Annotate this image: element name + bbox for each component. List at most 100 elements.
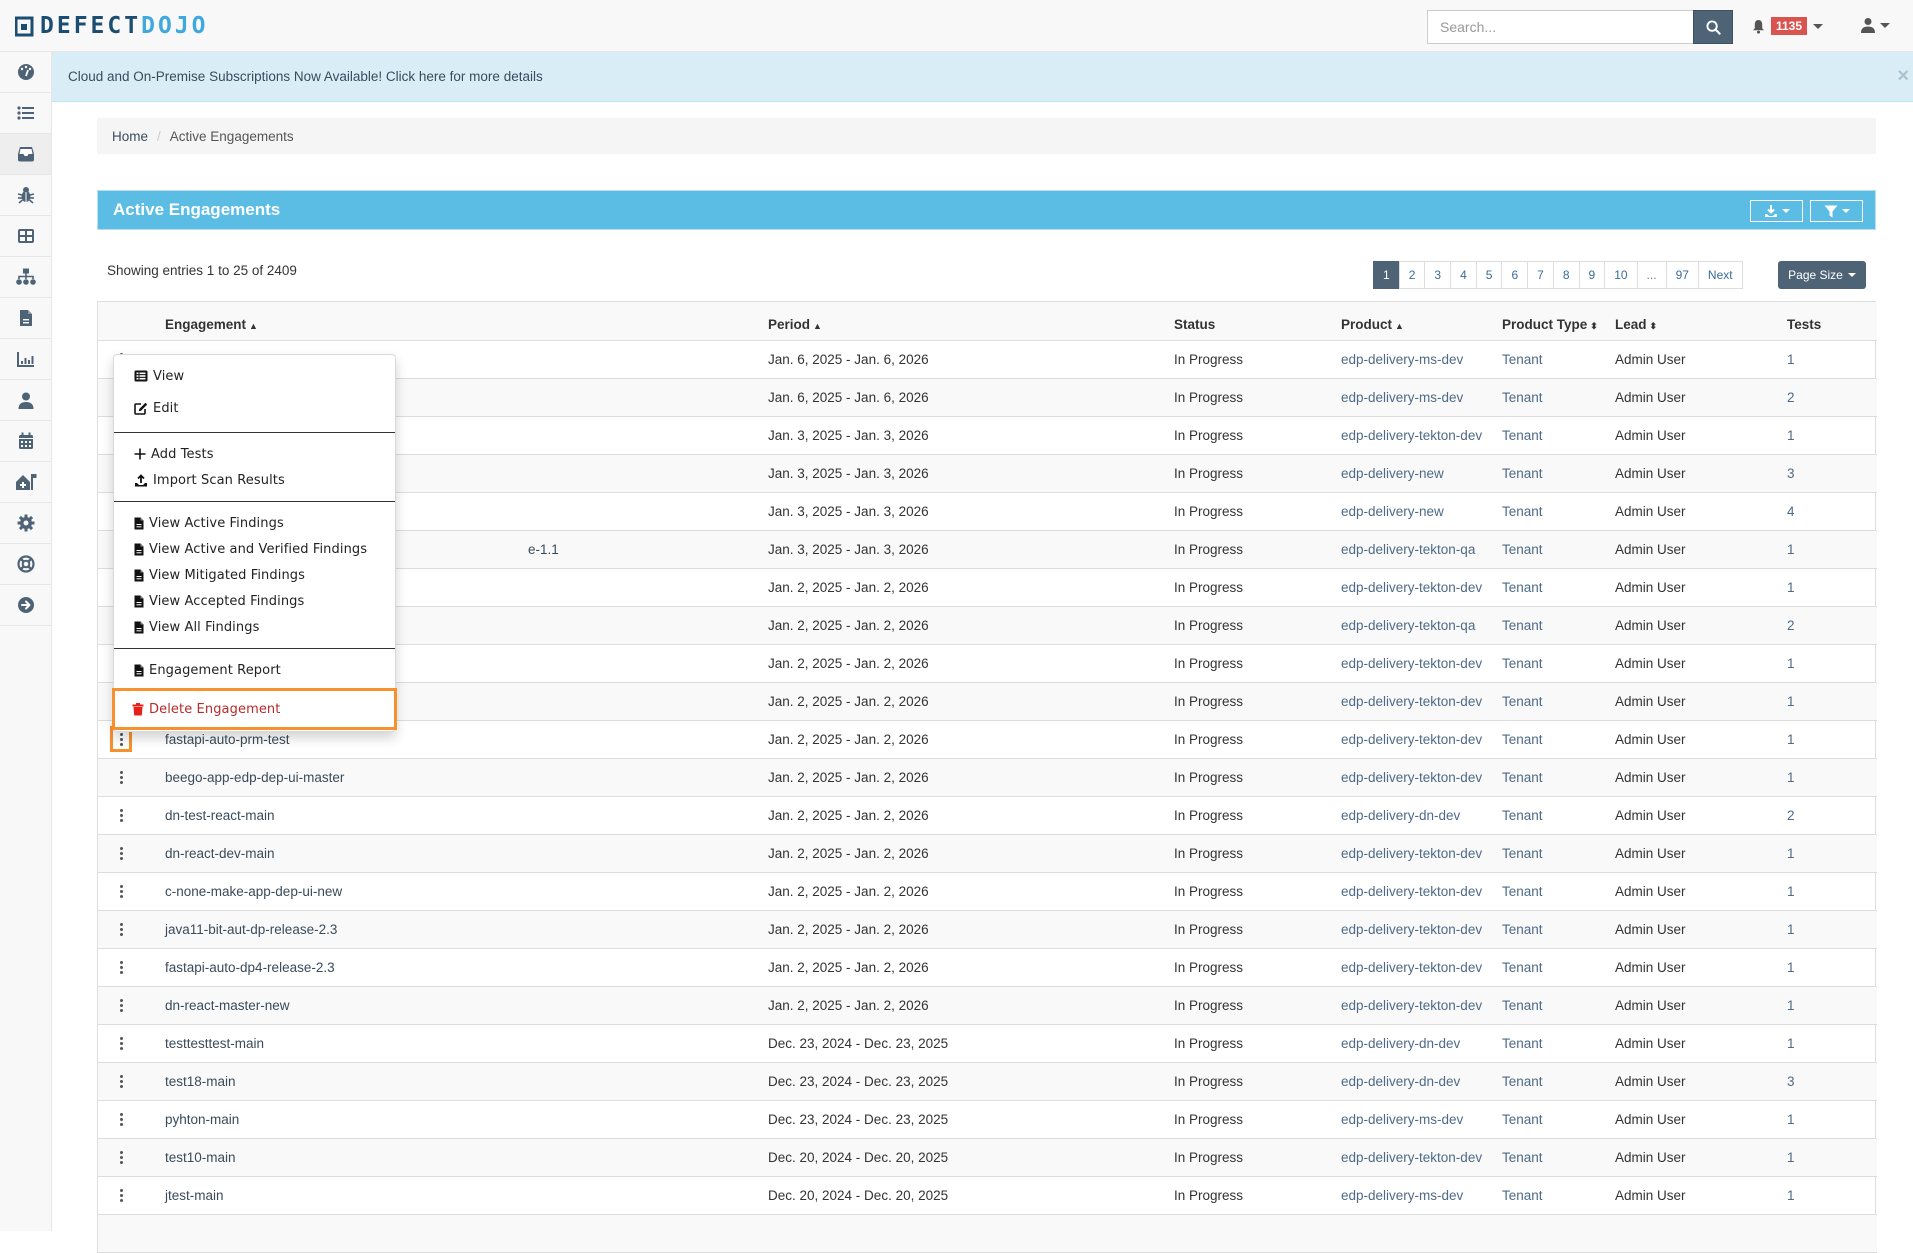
product-link[interactable]: edp-delivery-ms-dev: [1341, 1188, 1463, 1203]
tests-link[interactable]: 1: [1787, 732, 1795, 747]
pagination-page[interactable]: 9: [1578, 261, 1606, 289]
pagination-page[interactable]: 8: [1552, 261, 1580, 289]
product-type-link[interactable]: Tenant: [1502, 1074, 1543, 1089]
tests-link[interactable]: 1: [1787, 922, 1795, 937]
search-input[interactable]: [1427, 10, 1693, 44]
menu-item-view-mitigated-findings[interactable]: View Mitigated Findings: [114, 562, 395, 588]
product-link[interactable]: edp-delivery-tekton-dev: [1341, 428, 1482, 443]
pagination-page[interactable]: 2: [1398, 261, 1426, 289]
tests-link[interactable]: 1: [1787, 580, 1795, 595]
product-type-link[interactable]: Tenant: [1502, 998, 1543, 1013]
product-type-link[interactable]: Tenant: [1502, 390, 1543, 405]
row-actions-kebab-icon[interactable]: [114, 1034, 128, 1052]
tests-link[interactable]: 1: [1787, 998, 1795, 1013]
pagination-next[interactable]: Next: [1697, 261, 1743, 289]
product-type-link[interactable]: Tenant: [1502, 732, 1543, 747]
header-product[interactable]: Product ▲: [1337, 302, 1498, 341]
row-actions-kebab-icon[interactable]: [114, 1186, 128, 1204]
menu-item-view-all-findings[interactable]: View All Findings: [114, 614, 395, 640]
product-type-link[interactable]: Tenant: [1502, 770, 1543, 785]
product-link[interactable]: edp-delivery-tekton-dev: [1341, 846, 1482, 861]
product-type-link[interactable]: Tenant: [1502, 922, 1543, 937]
sidebar-item-reports[interactable]: [0, 298, 51, 339]
sidebar-item-product-types[interactable]: [0, 462, 51, 503]
product-link[interactable]: edp-delivery-tekton-dev: [1341, 580, 1482, 595]
engagement-link[interactable]: dn-react-dev-main: [165, 846, 275, 861]
product-link[interactable]: edp-delivery-tekton-qa: [1341, 618, 1475, 633]
product-link[interactable]: edp-delivery-tekton-dev: [1341, 694, 1482, 709]
tests-link[interactable]: 1: [1787, 1150, 1795, 1165]
product-link[interactable]: edp-delivery-tekton-qa: [1341, 542, 1475, 557]
product-link[interactable]: edp-delivery-dn-dev: [1341, 1036, 1460, 1051]
menu-item-view-active-findings[interactable]: View Active Findings: [114, 510, 395, 536]
pagination-page[interactable]: 6: [1501, 261, 1529, 289]
sidebar-item-expand[interactable]: [0, 585, 51, 626]
tests-link[interactable]: 1: [1787, 352, 1795, 367]
row-actions-kebab-icon[interactable]: [114, 1072, 128, 1090]
product-link[interactable]: edp-delivery-ms-dev: [1341, 1112, 1463, 1127]
product-type-link[interactable]: Tenant: [1502, 1112, 1543, 1127]
pagination-page[interactable]: 4: [1450, 261, 1477, 289]
tests-link[interactable]: 1: [1787, 656, 1795, 671]
filter-button[interactable]: [1810, 200, 1863, 222]
product-type-link[interactable]: Tenant: [1502, 694, 1543, 709]
product-link[interactable]: edp-delivery-tekton-dev: [1341, 998, 1482, 1013]
product-type-link[interactable]: Tenant: [1502, 466, 1543, 481]
engagement-link[interactable]: dn-test-react-main: [165, 808, 275, 823]
row-actions-kebab-icon[interactable]: [114, 844, 128, 862]
product-type-link[interactable]: Tenant: [1502, 960, 1543, 975]
tests-link[interactable]: 1: [1787, 694, 1795, 709]
header-period[interactable]: Period ▲: [764, 302, 1170, 341]
product-type-link[interactable]: Tenant: [1502, 808, 1543, 823]
row-actions-kebab-icon[interactable]: [114, 1148, 128, 1166]
row-actions-kebab-icon[interactable]: [114, 806, 128, 824]
engagement-link[interactable]: testtesttest-main: [165, 1036, 264, 1051]
menu-item-edit[interactable]: Edit: [114, 392, 395, 424]
product-type-link[interactable]: Tenant: [1502, 656, 1543, 671]
product-type-link[interactable]: Tenant: [1502, 504, 1543, 519]
row-actions-kebab-icon[interactable]: [110, 726, 132, 752]
product-link[interactable]: edp-delivery-tekton-dev: [1341, 732, 1482, 747]
product-type-link[interactable]: Tenant: [1502, 580, 1543, 595]
product-link[interactable]: edp-delivery-new: [1341, 466, 1444, 481]
product-link[interactable]: edp-delivery-tekton-dev: [1341, 960, 1482, 975]
tests-link[interactable]: 1: [1787, 428, 1795, 443]
menu-item-view[interactable]: View: [114, 360, 395, 392]
tests-link[interactable]: 1: [1787, 1112, 1795, 1127]
page-size-button[interactable]: Page Size: [1778, 261, 1866, 289]
row-actions-kebab-icon[interactable]: [114, 996, 128, 1014]
product-type-link[interactable]: Tenant: [1502, 1150, 1543, 1165]
menu-item-view-accepted-findings[interactable]: View Accepted Findings: [114, 588, 395, 614]
menu-item-delete-engagement[interactable]: Delete Engagement: [115, 696, 300, 722]
row-actions-kebab-icon[interactable]: [114, 882, 128, 900]
menu-item-import-scan-results[interactable]: Import Scan Results: [114, 467, 395, 493]
menu-item-add-tests[interactable]: Add Tests: [114, 441, 395, 467]
pagination-page[interactable]: 3: [1424, 261, 1452, 289]
sidebar-item-metrics[interactable]: [0, 339, 51, 380]
product-link[interactable]: edp-delivery-new: [1341, 504, 1444, 519]
tests-link[interactable]: 2: [1787, 390, 1795, 405]
tests-link[interactable]: 1: [1787, 770, 1795, 785]
header-lead[interactable]: Lead ⬍: [1611, 302, 1783, 341]
sidebar-item-calendar[interactable]: [0, 421, 51, 462]
tests-link[interactable]: 1: [1787, 1188, 1795, 1203]
engagement-link[interactable]: pyhton-main: [165, 1112, 239, 1127]
sidebar-item-configuration[interactable]: [0, 503, 51, 544]
engagement-link[interactable]: java11-bit-aut-dp-release-2.3: [165, 922, 337, 937]
engagement-link[interactable]: e-1.1: [528, 542, 559, 557]
product-link[interactable]: edp-delivery-ms-dev: [1341, 390, 1463, 405]
user-menu-dropdown[interactable]: [1860, 17, 1890, 33]
notifications-dropdown[interactable]: 1135: [1752, 17, 1824, 35]
pagination-page[interactable]: 1: [1373, 261, 1400, 289]
sidebar-item-users[interactable]: [0, 380, 51, 421]
product-type-link[interactable]: Tenant: [1502, 542, 1543, 557]
engagement-link[interactable]: test18-main: [165, 1074, 236, 1089]
product-type-link[interactable]: Tenant: [1502, 618, 1543, 633]
engagement-link[interactable]: fastapi-auto-prm-test: [165, 732, 290, 747]
row-actions-kebab-icon[interactable]: [114, 958, 128, 976]
row-actions-kebab-icon[interactable]: [114, 768, 128, 786]
pagination-page[interactable]: 7: [1527, 261, 1554, 289]
tests-link[interactable]: 3: [1787, 1074, 1795, 1089]
row-actions-kebab-icon[interactable]: [114, 920, 128, 938]
engagement-link[interactable]: test10-main: [165, 1150, 236, 1165]
